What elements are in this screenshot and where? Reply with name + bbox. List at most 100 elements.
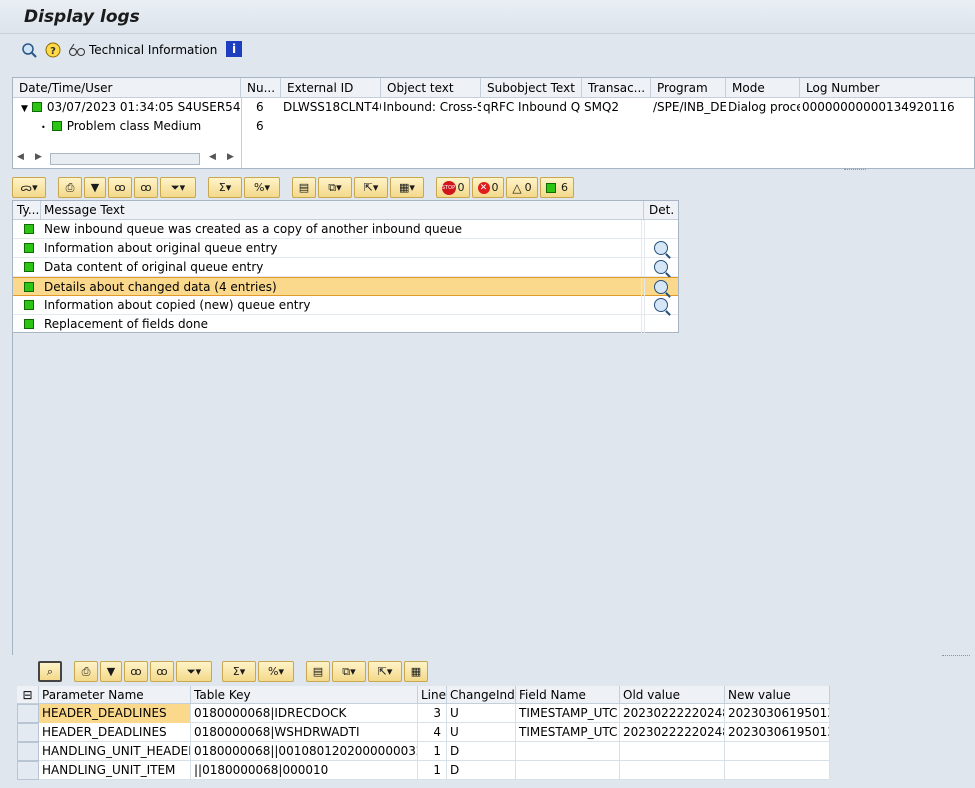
old-value-cell: 20230222220248 <box>620 704 725 723</box>
subtotal-icon: %▾ <box>254 181 270 194</box>
column-log-number[interactable]: Log Number <box>800 78 975 98</box>
find-button[interactable]: ꝏ <box>108 177 132 198</box>
column-external-id[interactable]: External ID <box>281 78 381 98</box>
column-object-text[interactable]: Object text <box>381 78 481 98</box>
success-status-icon <box>24 319 34 329</box>
info-icon[interactable]: i <box>226 41 242 57</box>
detail-row[interactable]: HEADER_DEADLINES 0180000068|IDRECDOCK 3 U TI… <box>17 704 830 723</box>
splitter-grip-icon[interactable] <box>844 169 866 172</box>
detail-display-button[interactable]: ᯅ▾ <box>12 177 46 198</box>
detail-sort-button[interactable]: ▼ <box>100 661 122 682</box>
message-row[interactable]: Replacement of fields done <box>13 315 678 334</box>
log-header-row[interactable]: ▼ 03/07/2023 01:34:05 S4USER54 6 DLWSS18C… <box>13 98 974 117</box>
detail-magnifier-icon[interactable] <box>654 298 668 312</box>
line-number-cell: 1 <box>418 742 447 761</box>
detail-export-button[interactable]: ⇱▾ <box>368 661 402 682</box>
detail-document-button[interactable]: ▤ <box>306 661 330 682</box>
find-next-button[interactable]: ꝏ <box>134 177 158 198</box>
detail-print-button[interactable]: ⎙ <box>74 661 98 682</box>
message-row[interactable]: Information about copied (new) queue ent… <box>13 296 678 315</box>
detail-views-button[interactable]: ⧉▾ <box>332 661 366 682</box>
field-name-cell: TIMESTAMP_UTC <box>516 704 620 723</box>
help-icon[interactable]: ? <box>44 41 62 59</box>
message-row[interactable]: New inbound queue was created as a copy … <box>13 220 678 239</box>
success-filter-button[interactable]: 6 <box>540 177 574 198</box>
column-transaction[interactable]: Transac... <box>582 78 651 98</box>
warning-filter-button[interactable]: △ 0 <box>506 177 538 198</box>
message-columns: Ty... Message Text Det. <box>13 201 678 220</box>
scroll-right-icon[interactable]: ▶ <box>227 152 234 162</box>
column-line[interactable]: Line <box>418 686 447 704</box>
sum-button[interactable]: Σ▾ <box>208 177 242 198</box>
column-old-value[interactable]: Old value <box>620 686 725 704</box>
document-button[interactable]: ▤ <box>292 177 316 198</box>
detail-magnifier-icon[interactable] <box>654 241 668 255</box>
subtotal-icon: %▾ <box>268 665 284 678</box>
export-button[interactable]: ⇱▾ <box>354 177 388 198</box>
scroll-left-icon[interactable]: ◀ <box>17 152 24 162</box>
column-number[interactable]: Nu... <box>241 78 281 98</box>
table-key-cell: 0180000068|WSHDRWADTI <box>191 723 418 742</box>
row-selector[interactable] <box>17 723 39 742</box>
column-new-value[interactable]: New value <box>725 686 830 704</box>
select-all-icon[interactable]: ⊟ <box>17 686 39 704</box>
detail-row[interactable]: HANDLING_UNIT_HEADER 0180000068||00108012… <box>17 742 830 761</box>
column-change-indicator[interactable]: ChangeInd. <box>447 686 516 704</box>
magnifier-icon[interactable] <box>20 41 38 59</box>
detail-filter-button[interactable]: ⏷▾ <box>176 661 212 682</box>
message-row[interactable]: Data content of original queue entry <box>13 258 678 277</box>
stop-icon: STOP <box>441 180 456 195</box>
change-indicator-cell: D <box>447 761 516 780</box>
new-value-cell <box>725 761 830 780</box>
splitter-grip-icon[interactable] <box>942 655 970 658</box>
detail-magnifier-icon[interactable] <box>654 280 668 294</box>
column-type[interactable]: Ty... <box>13 201 41 220</box>
detail-magnifier-icon[interactable] <box>654 260 668 274</box>
detail-sum-button[interactable]: Σ▾ <box>222 661 256 682</box>
detail-layout-button[interactable]: ▦ <box>404 661 428 682</box>
column-subobject-text[interactable]: Subobject Text <box>481 78 582 98</box>
column-program[interactable]: Program <box>651 78 726 98</box>
message-row[interactable]: Details about changed data (4 entries) <box>13 277 678 297</box>
message-row[interactable]: Information about original queue entry <box>13 239 678 258</box>
column-field-name[interactable]: Field Name <box>516 686 620 704</box>
glasses-icon[interactable] <box>68 41 86 59</box>
expand-arrow-icon[interactable]: ▼ <box>21 104 28 114</box>
detail-find-next-button[interactable]: ꝏ <box>150 661 174 682</box>
horizontal-scrollbar[interactable]: ◀ ▶ ◀ ▶ <box>13 150 253 168</box>
warning-icon: △ <box>512 180 522 195</box>
filter-icon: ⏷▾ <box>170 180 186 194</box>
parameter-name-cell: HEADER_DEADLINES <box>39 723 191 742</box>
column-parameter-name[interactable]: Parameter Name <box>39 686 191 704</box>
sort-button[interactable]: ▼ <box>84 177 106 198</box>
change-indicator-cell: U <box>447 704 516 723</box>
detail-subtotal-button[interactable]: %▾ <box>258 661 294 682</box>
new-value-cell: 20230306195013 <box>725 704 830 723</box>
stop-filter-button[interactable]: STOP 0 <box>436 177 470 198</box>
technical-information-button[interactable]: Technical Information <box>89 43 217 57</box>
views-button[interactable]: ⧉▾ <box>318 177 352 198</box>
row-selector[interactable] <box>17 704 39 723</box>
column-date-time-user[interactable]: Date/Time/User <box>13 78 241 98</box>
column-message-text[interactable]: Message Text <box>41 201 644 220</box>
scroll-right-icon[interactable]: ▶ <box>35 152 42 162</box>
detail-find-button[interactable]: ꝏ <box>124 661 148 682</box>
subtotal-button[interactable]: %▾ <box>244 177 280 198</box>
problem-class-row[interactable]: • Problem class Medium 6 <box>13 117 974 136</box>
row-selector[interactable] <box>17 742 39 761</box>
sum-icon: Σ▾ <box>232 665 246 678</box>
layout-button[interactable]: ▦▾ <box>390 177 424 198</box>
filter-button[interactable]: ⏷▾ <box>160 177 196 198</box>
row-selector[interactable] <box>17 761 39 780</box>
print-button[interactable]: ⎙ <box>58 177 82 198</box>
detail-row[interactable]: HANDLING_UNIT_ITEM ||0180000068|000010 1 D <box>17 761 830 780</box>
detail-row[interactable]: HEADER_DEADLINES 0180000068|WSHDRWADTI 4 U T… <box>17 723 830 742</box>
error-filter-button[interactable]: ✕ 0 <box>472 177 504 198</box>
scroll-left-icon[interactable]: ◀ <box>209 152 216 162</box>
column-detail[interactable]: Det. <box>644 201 679 220</box>
scroll-thumb[interactable] <box>50 153 200 165</box>
column-mode[interactable]: Mode <box>726 78 800 98</box>
column-table-key[interactable]: Table Key <box>191 686 418 704</box>
detail-magnifier-button[interactable]: ⌕ <box>38 661 62 682</box>
splitter-handle[interactable] <box>12 169 975 175</box>
